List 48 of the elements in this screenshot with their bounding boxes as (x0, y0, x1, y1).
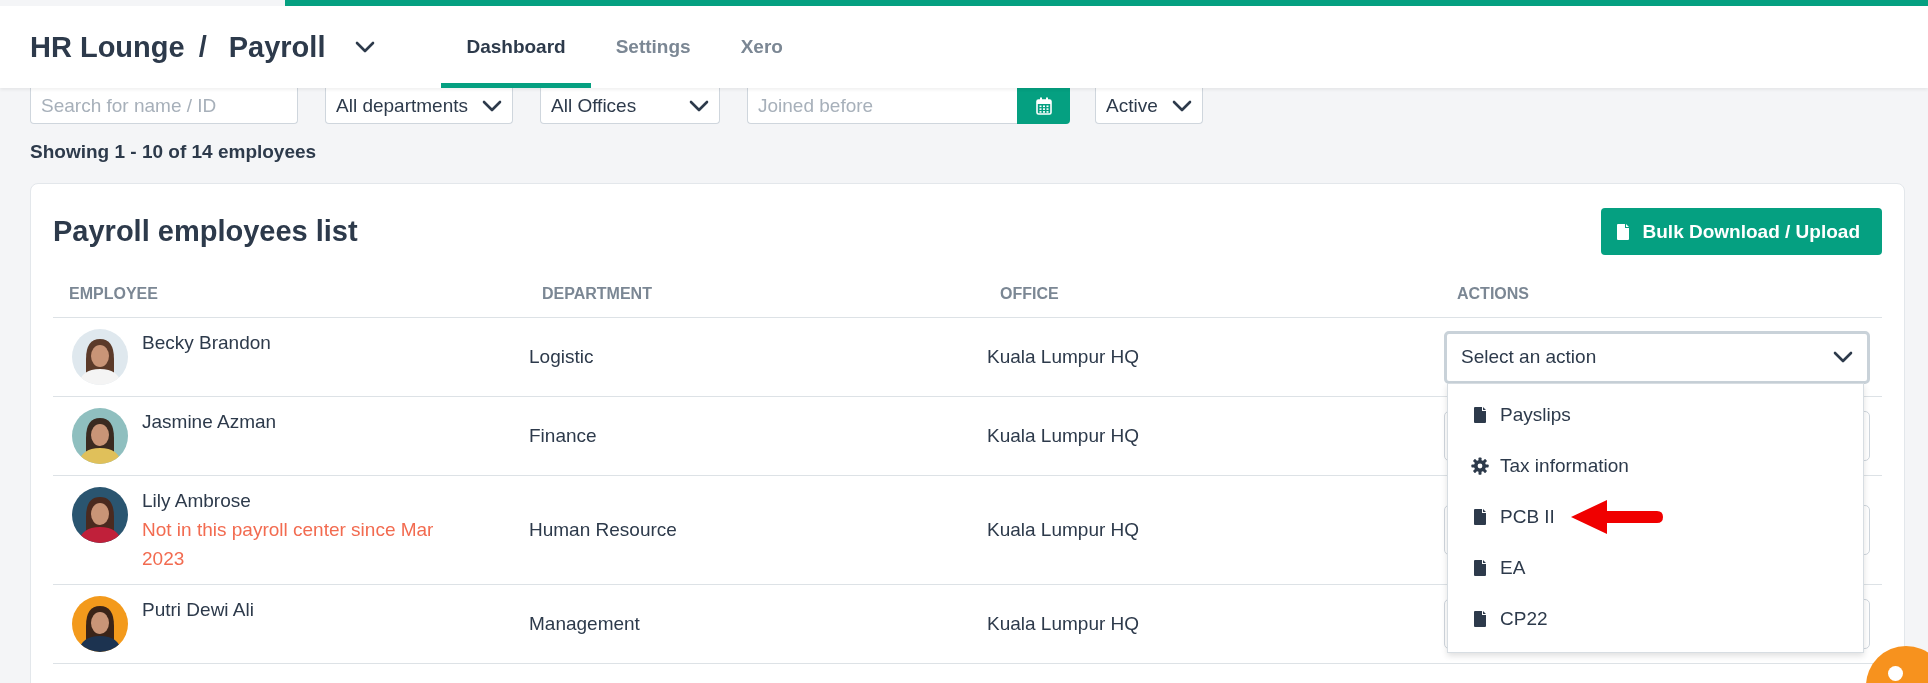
menu-item[interactable]: EA (1448, 542, 1863, 593)
file-icon (1474, 508, 1486, 525)
calendar-button[interactable] (1017, 87, 1070, 124)
results-summary: Showing 1 - 10 of 14 employees (30, 141, 318, 163)
filter-select[interactable]: Active (1095, 88, 1203, 124)
column-header: DEPARTMENT (526, 285, 984, 318)
search-field[interactable]: Search for name / ID (30, 88, 298, 124)
chevron-down-icon (1171, 99, 1192, 112)
nav-tab[interactable]: Xero (715, 6, 808, 88)
breadcrumb-separator: / (198, 30, 207, 64)
date-field[interactable]: Joined before (747, 88, 1017, 124)
file-icon (1474, 559, 1486, 576)
employee-name: Jasmine Azman (142, 411, 277, 433)
table-cell: Logistic (529, 346, 594, 368)
table-cell: Kuala Lumpur HQ (987, 519, 1140, 541)
menu-item[interactable]: PCB II (1448, 491, 1863, 542)
menu-item[interactable]: Payslips (1448, 389, 1863, 440)
chevron-down-icon (355, 41, 376, 53)
table-cell: Finance (529, 425, 597, 447)
gear-icon (1471, 456, 1489, 475)
file-icon (1474, 610, 1486, 627)
chevron-down-icon (482, 99, 502, 112)
file-icon (1616, 223, 1629, 240)
column-header: EMPLOYEE (53, 285, 526, 318)
chevron-down-icon (689, 99, 709, 112)
calendar-icon (1035, 96, 1052, 115)
table-cell: Kuala Lumpur HQ (987, 613, 1140, 635)
status-note: Not in this payroll center since Mar 2023 (142, 518, 435, 571)
company-name: HR Lounge (30, 30, 185, 64)
file-icon (1474, 406, 1486, 423)
table-cell: Kuala Lumpur HQ (987, 346, 1140, 368)
employee-name: Lily Ambrose (142, 490, 252, 512)
filter-select[interactable]: All departments (325, 88, 513, 124)
menu-item[interactable]: Tax information (1448, 440, 1863, 491)
table-cell: Management (529, 613, 640, 635)
table-cell: Human Resource (529, 519, 677, 541)
card-title: Payroll employees list (53, 215, 358, 248)
table-cell: Kuala Lumpur HQ (987, 425, 1140, 447)
chevron-down-icon (1833, 351, 1853, 363)
column-header: ACTIONS (1441, 285, 1882, 318)
module-switcher[interactable]: Payroll (228, 30, 376, 64)
employee-name: Becky Brandon (142, 332, 271, 354)
nav-tab[interactable]: Settings (590, 6, 716, 88)
menu-item[interactable]: CP22 (1448, 593, 1863, 644)
employee-name: Putri Dewi Ali (142, 599, 254, 621)
filter-select[interactable]: All Offices (540, 88, 720, 124)
column-header: OFFICE (984, 285, 1441, 318)
action-select[interactable]: Select an action (1444, 330, 1870, 384)
